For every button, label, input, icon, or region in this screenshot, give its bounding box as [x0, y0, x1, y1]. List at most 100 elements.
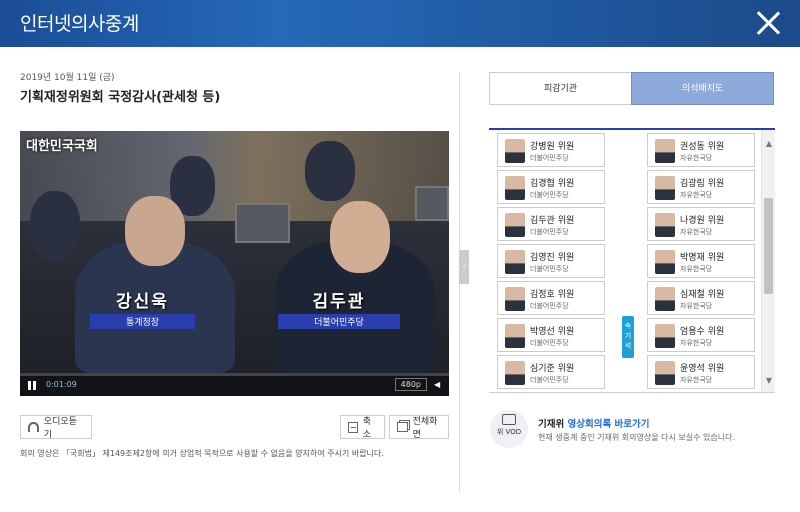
background-person	[305, 141, 355, 201]
member-photo	[655, 139, 675, 163]
window-header: 인터넷의사중계	[0, 0, 800, 47]
member-party: 자유한국당	[680, 154, 713, 162]
window-title: 인터넷의사중계	[20, 13, 139, 35]
member-party: 자유한국당	[680, 265, 713, 273]
member-card[interactable]: 나경원 위원자유한국당	[647, 207, 755, 241]
member-name: 김정호 위원	[530, 290, 575, 300]
member-party: 더불어민주당	[530, 191, 569, 199]
member-party: 더불어민주당	[530, 228, 569, 236]
collapse-toggle[interactable]: ‹	[459, 250, 469, 284]
member-name: 김광림 위원	[680, 179, 725, 189]
left-caption-tag: 통계청장	[90, 314, 195, 329]
scroll-thumb[interactable]	[764, 198, 773, 294]
vod-link[interactable]: 영상회의록 바로가기	[568, 419, 650, 430]
broadcast-logo: 대한민국국회	[26, 139, 98, 154]
fullscreen-button-label: 전체화면	[412, 417, 438, 440]
member-name: 박명재 위원	[680, 253, 725, 263]
close-icon[interactable]	[754, 9, 782, 37]
member-party: 자유한국당	[680, 302, 713, 310]
headphones-icon	[28, 422, 39, 432]
left-caption-name: 강신욱	[116, 292, 169, 312]
member-photo	[505, 287, 525, 311]
scroll-up-icon[interactable]: ▲	[765, 140, 773, 148]
copyright-notice: 회의 영상은 「국회법」 제149조제2항에 의거 상업적 목적으로 사용할 수…	[20, 449, 384, 458]
member-name: 심기준 위원	[530, 364, 575, 374]
member-name: 엄용수 위원	[680, 327, 725, 337]
member-photo	[655, 324, 675, 348]
member-name: 윤영석 위원	[680, 364, 725, 374]
left-caption: 강신욱 통계청장	[90, 287, 195, 329]
member-name: 김영진 위원	[530, 253, 575, 263]
audio-button[interactable]: 오디오듣기	[20, 415, 92, 440]
vod-title: 기재위 영상회의록 바로가기	[538, 416, 650, 430]
member-card[interactable]: 박영선 위원더불어민주당	[497, 318, 605, 352]
vod-description: 현재 생중계 중인 기재위 회의영상을 다시 보실수 있습니다.	[538, 433, 735, 442]
member-photo	[655, 287, 675, 311]
member-card[interactable]: 박명재 위원자유한국당	[647, 244, 755, 278]
member-name: 김경협 위원	[530, 179, 575, 189]
member-card[interactable]: 김영진 위원더불어민주당	[497, 244, 605, 278]
speaker-right-head	[330, 201, 390, 273]
seating-chart: 강병원 위원 더불어민주당 김경협 위원 더불어민주당 김두관 위원 더불어민주당 김영진 …	[489, 128, 775, 393]
shrink-button-label: 축소	[362, 417, 372, 440]
member-photo	[505, 361, 525, 385]
member-card[interactable]: 권성동 위원 자유한국당	[647, 133, 755, 167]
member-photo	[505, 176, 525, 200]
member-photo	[505, 139, 525, 163]
member-photo	[655, 176, 675, 200]
fullscreen-button[interactable]: 전체화면	[389, 415, 449, 440]
member-name: 박영선 위원	[530, 327, 575, 337]
quality-button[interactable]: 480p	[394, 378, 427, 391]
member-card[interactable]: 강병원 위원 더불어민주당	[497, 133, 605, 167]
session-title: 기획재정위원회 국정감사(관세청 등)	[20, 90, 221, 105]
member-photo	[655, 213, 675, 237]
background-person	[30, 191, 80, 261]
member-name: 나경원 위원	[680, 216, 725, 226]
member-photo	[655, 361, 675, 385]
member-photo	[505, 324, 525, 348]
shrink-button[interactable]: 축소	[340, 415, 385, 440]
member-party: 자유한국당	[680, 376, 713, 384]
video-controls: 0:01:09 480p ◀	[20, 373, 449, 396]
video-frame: 대한민국국회 강신욱 통계청장 김두관 더불어민주당	[20, 131, 449, 373]
member-name: 심재철 위원	[680, 290, 725, 300]
vod-button[interactable]: 위 VOD	[490, 410, 528, 448]
minus-icon	[348, 421, 358, 433]
member-card[interactable]: 김두관 위원더불어민주당	[497, 207, 605, 241]
volume-icon[interactable]: ◀	[434, 380, 443, 389]
member-card[interactable]: 심재철 위원자유한국당	[647, 281, 755, 315]
member-party: 더불어민주당	[530, 376, 569, 384]
member-card[interactable]: 심기준 위원더불어민주당	[497, 355, 605, 389]
monitor	[235, 203, 290, 243]
tab-agency[interactable]: 피감기관	[489, 72, 632, 105]
fullscreen-icon	[397, 422, 408, 432]
member-party: 자유한국당	[680, 191, 713, 199]
right-caption: 김두관 더불어민주당	[278, 287, 400, 329]
member-card[interactable]: 김광림 위원자유한국당	[647, 170, 755, 204]
scroll-down-icon[interactable]: ▼	[765, 377, 773, 385]
right-caption-tag: 더불어민주당	[278, 314, 400, 329]
audio-button-label: 오디오듣기	[43, 417, 77, 440]
stenographer-seat: 속기석	[622, 316, 634, 358]
member-party: 자유한국당	[680, 339, 713, 347]
playback-time: 0:01:09	[46, 380, 77, 389]
pause-icon[interactable]	[28, 381, 37, 390]
member-name: 김두관 위원	[530, 216, 575, 226]
session-date: 2019년 10월 11일 (금)	[20, 73, 115, 83]
member-card[interactable]: 엄용수 위원자유한국당	[647, 318, 755, 352]
vod-icon-label: 위 VOD	[496, 428, 522, 436]
member-party: 더불어민주당	[530, 265, 569, 273]
vod-title-prefix: 기재위	[538, 419, 565, 430]
progress-bar[interactable]	[20, 373, 449, 376]
member-photo	[505, 250, 525, 274]
member-party: 더불어민주당	[530, 154, 569, 162]
member-party: 더불어민주당	[530, 339, 569, 347]
seating-scrollbar[interactable]: ▲ ▼	[761, 130, 775, 392]
video-player[interactable]: 대한민국국회 강신욱 통계청장 김두관 더불어민주당 0:01:09 480p …	[20, 131, 449, 396]
member-card[interactable]: 윤영석 위원자유한국당	[647, 355, 755, 389]
member-party: 자유한국당	[680, 228, 713, 236]
tab-seating[interactable]: 의석배치도	[631, 72, 774, 105]
member-card[interactable]: 김경협 위원더불어민주당	[497, 170, 605, 204]
film-icon	[502, 414, 516, 425]
member-card[interactable]: 김정호 위원 더불어민주당	[497, 281, 605, 315]
